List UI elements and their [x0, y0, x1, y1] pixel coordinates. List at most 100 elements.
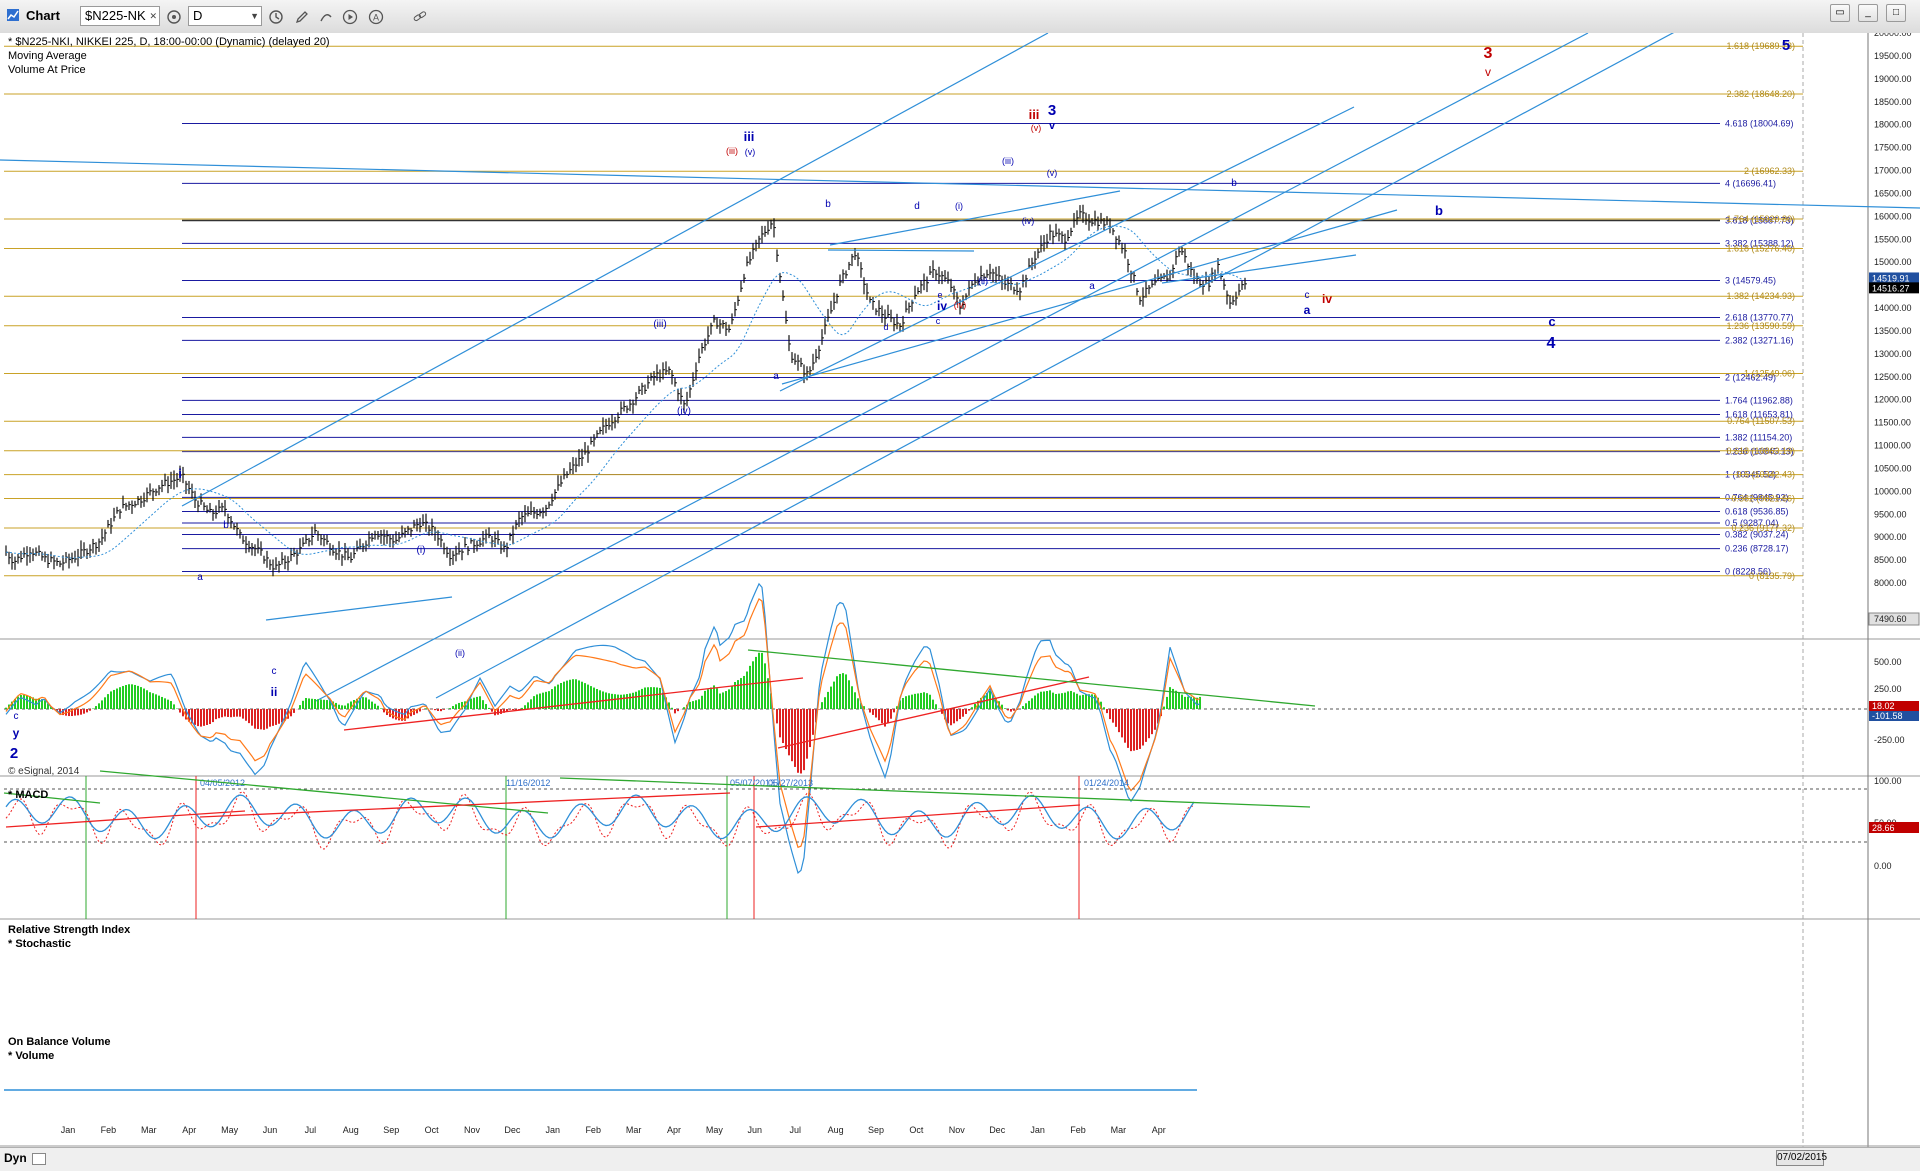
time-axis-bar: Dyn: [0, 1147, 1920, 1171]
link-button[interactable]: [410, 7, 430, 27]
play-button[interactable]: [340, 7, 360, 27]
restore-button[interactable]: ▭: [1830, 4, 1850, 22]
wave-label: ii: [271, 685, 278, 699]
wave-label: (i): [417, 545, 426, 556]
maximize-button[interactable]: □: [1886, 4, 1906, 22]
price-axis-label: 20000.00: [1874, 33, 1912, 38]
wave-label: (iv): [1022, 216, 1035, 226]
minimize-button[interactable]: _: [1858, 4, 1878, 22]
time-axis-label: Feb: [585, 1125, 601, 1135]
rsi-date-label: 11/16/2012: [506, 778, 550, 788]
chevron-down-icon: ▼: [250, 11, 259, 21]
wave-label: (iv): [677, 406, 691, 417]
price-axis-label: 18500.00: [1874, 97, 1912, 107]
draw-tool-button[interactable]: [292, 7, 312, 27]
wave-label: (v): [1047, 168, 1058, 178]
interval-select[interactable]: D ▼: [188, 6, 262, 26]
fib-label-blue: 1.382 (11154.20): [1725, 432, 1792, 442]
price-axis-label: 18000.00: [1874, 120, 1912, 130]
fib-label-blue: 3 (14579.45): [1725, 275, 1776, 285]
fib-label-gold: 0.618 (10863.19): [1726, 446, 1795, 456]
price-axis-label: 13500.00: [1874, 326, 1912, 336]
price-axis-label: 8000.00: [1874, 578, 1907, 588]
fib-label-blue: 1.764 (11962.88): [1725, 395, 1793, 405]
price-axis-label: 19500.00: [1874, 51, 1912, 61]
time-axis-label: Oct: [425, 1125, 440, 1135]
time-axis-label: Oct: [909, 1125, 924, 1135]
wave-label: d: [914, 201, 920, 212]
interval-value: D: [193, 8, 203, 23]
copyright-label: © eSignal, 2014: [8, 766, 80, 777]
wave-label: (ii): [455, 648, 465, 658]
dyn-button[interactable]: Dyn: [4, 1151, 27, 1165]
wave-label: (iii): [726, 146, 738, 156]
wave-label: b: [1231, 178, 1237, 189]
link-icon: [413, 11, 427, 22]
wave-label: v: [1049, 120, 1056, 132]
wave-label: (ii): [978, 276, 988, 286]
time-axis-label: Jun: [263, 1125, 278, 1135]
clock-icon: [269, 10, 283, 24]
time-axis-label: Jan: [546, 1125, 561, 1135]
symbol-value: $N225-NK: [85, 8, 146, 23]
wave-label: c: [936, 316, 941, 326]
chart-header-line3: Volume At Price: [8, 64, 86, 76]
fib-label-gold: 1.382 (14234.93): [1726, 291, 1795, 301]
time-axis-label: Nov: [464, 1125, 481, 1135]
time-axis-label: Jan: [61, 1125, 76, 1135]
play-icon: [342, 9, 358, 25]
rsi-date-label: 01/24/2014: [1084, 778, 1129, 788]
wave-label: a: [1089, 281, 1095, 292]
minimize-icon: _: [1865, 7, 1871, 18]
wave-label: 3: [1048, 102, 1056, 119]
wave-label: iv: [1322, 292, 1332, 306]
wave-label: i: [178, 466, 182, 481]
price-prev-badge-text: 14519.91: [1872, 273, 1910, 283]
stochastic-title: * Stochastic: [8, 938, 71, 950]
refresh-symbol-button[interactable]: [164, 7, 184, 27]
price-axis-label: 13000.00: [1874, 349, 1912, 359]
sync-icon: [167, 10, 181, 24]
wave-label: c: [14, 711, 19, 722]
volume-title: * Volume: [8, 1050, 55, 1062]
svg-text:A: A: [373, 13, 379, 23]
fib-label-gold: 1 (12549.06): [1744, 369, 1795, 379]
wave-label: b: [223, 520, 229, 531]
time-axis-label: Apr: [182, 1125, 196, 1135]
price-axis-label: 7490.60: [1874, 614, 1907, 624]
wave-label: (v): [1031, 123, 1042, 133]
price-axis-label: 17000.00: [1874, 166, 1912, 176]
dyn-toggle-icon[interactable]: [32, 1153, 46, 1165]
wave-label: c: [1305, 290, 1310, 301]
rsi-axis-label: 100.00: [1874, 776, 1902, 786]
chart-header-line1: * $N225-NKI, NIKKEI 225, D, 18:00-00:00 …: [8, 36, 330, 48]
line-tool-button[interactable]: [316, 7, 336, 27]
wave-label: y: [13, 726, 20, 740]
alert-icon: A: [368, 9, 384, 25]
chart-area[interactable]: 20000.00 19500.00 19000.00 18500.00 18000.00…: [0, 33, 1920, 1147]
time-axis-label: Jul: [789, 1125, 801, 1135]
fib-label-blue: 4 (16696.41): [1725, 178, 1776, 188]
fib-label-gold: 2 (16962.33): [1744, 166, 1795, 176]
wave-label: b: [825, 199, 831, 210]
rsi-title: Relative Strength Index: [8, 924, 131, 936]
time-axis-label: Dec: [504, 1125, 521, 1135]
symbol-close-icon[interactable]: ✕: [149, 7, 157, 25]
fib-label-blue: 0.236 (8728.17): [1725, 544, 1789, 554]
wave-label: iii: [744, 129, 755, 144]
time-axis-label: May: [706, 1125, 724, 1135]
maximize-icon: □: [1892, 7, 1900, 18]
price-axis-label: 15500.00: [1874, 234, 1912, 244]
restore-icon: ▭: [1835, 7, 1845, 18]
wave-label: v: [1485, 65, 1491, 79]
price-axis-label: 16000.00: [1874, 211, 1912, 221]
fib-label-gold: 1.764 (15920.80): [1726, 214, 1795, 224]
alert-button[interactable]: A: [366, 7, 386, 27]
macd-axis-label: 500.00: [1874, 657, 1902, 667]
wave-label: 5: [1782, 37, 1790, 54]
history-button[interactable]: [266, 7, 286, 27]
price-axis-label: 10500.00: [1874, 463, 1912, 473]
symbol-input[interactable]: $N225-NK ✕: [80, 6, 160, 26]
wave-label: c: [272, 666, 277, 677]
time-axis-label: Jul: [305, 1125, 317, 1135]
